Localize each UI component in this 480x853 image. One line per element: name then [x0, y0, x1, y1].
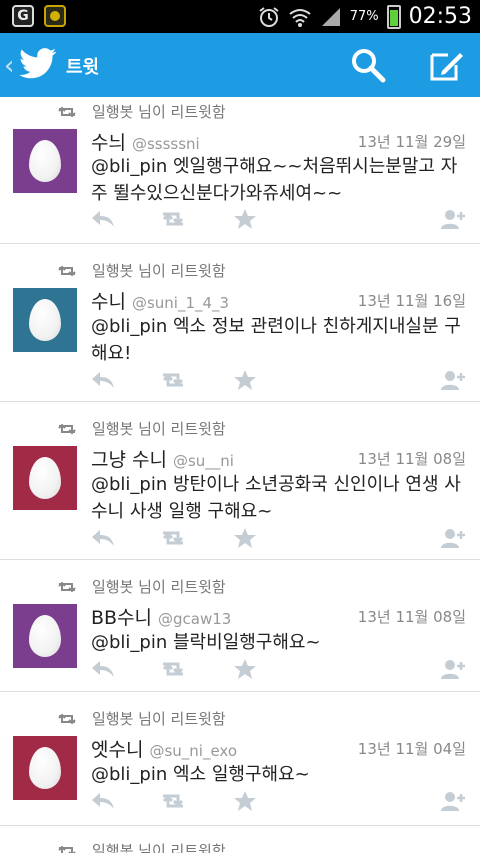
- tweet-date: 13년 11월 08일: [357, 608, 466, 626]
- tweet-handle: @su_ni_exo: [149, 742, 238, 760]
- tweet[interactable]: 일행봇 님이 리트윗함 수니 @suni_1_4_3 13년 11월 16일 @b…: [0, 244, 480, 402]
- retweeted-by: 일행봇 님이 리트윗함: [56, 260, 226, 281]
- retweeted-by: 일행봇 님이 리트윗함: [56, 840, 226, 853]
- avatar[interactable]: [13, 446, 77, 510]
- tweet-date: 13년 11월 08일: [357, 450, 466, 468]
- avatar[interactable]: [13, 129, 77, 193]
- tweet-handle: @sssssni: [131, 135, 200, 153]
- battery-icon: [386, 4, 401, 29]
- timeline[interactable]: 일행봇 님이 리트윗함 수늬 @sssssni 13년 11월 29일 @bli_…: [0, 97, 480, 853]
- tweet-author[interactable]: 엣수니 @su_ni_exo: [91, 735, 237, 762]
- tweet[interactable]: 일행봇 님이 리트윗함 그냥 수니 @su__ni 13년 11월 08일 @bl…: [0, 402, 480, 560]
- tweet[interactable]: 일행봇 님이 리트윗함 엣수니 @su_ni_exo 13년 11월 04일 @b…: [0, 692, 480, 826]
- avatar[interactable]: [13, 288, 77, 352]
- clock: 02:53: [408, 4, 472, 29]
- retweet-small-icon: [58, 845, 76, 853]
- retweet-small-icon: [58, 423, 76, 434]
- retweet-icon[interactable]: [160, 527, 186, 549]
- tweet-handle: @su__ni: [172, 452, 234, 470]
- reply-icon[interactable]: [90, 208, 116, 230]
- tweet[interactable]: 일행봇 님이 리트윗함 수늬 @sssssni 13년 11월 29일 @bli_…: [0, 97, 480, 244]
- page-title: 트윗: [66, 57, 100, 78]
- search-icon[interactable]: [350, 47, 386, 83]
- reply-icon[interactable]: [90, 369, 116, 391]
- tweet-author[interactable]: 수니 @suni_1_4_3: [91, 287, 229, 314]
- tweet-handle: @gcaw13: [158, 610, 232, 628]
- tweet-text: @bli_pin 블락비일행구해요~: [91, 632, 321, 653]
- tweet-author[interactable]: 수늬 @sssssni: [91, 128, 200, 155]
- retweeted-by: 일행봇 님이 리트윗함: [56, 418, 226, 439]
- retweet-icon[interactable]: [160, 208, 186, 230]
- retweet-icon[interactable]: [160, 790, 186, 812]
- retweet-small-icon: [58, 713, 76, 724]
- notification-app-icon: [44, 5, 66, 27]
- retweeted-by: 일행봇 님이 리트윗함: [56, 708, 226, 729]
- battery-percent: 77%: [349, 9, 379, 24]
- tweet-author[interactable]: BB수니 @gcaw13: [91, 603, 231, 630]
- follow-user-icon[interactable]: [440, 527, 466, 549]
- retweet-icon[interactable]: [160, 369, 186, 391]
- tweet-date: 13년 11월 29일: [357, 133, 466, 151]
- tweet[interactable]: 일행봇 님이 리트윗함 BB수니 @gcaw13 13년 11월 08일 @bli…: [0, 560, 480, 692]
- alarm-icon: [259, 6, 279, 27]
- tweet-handle: @suni_1_4_3: [131, 294, 230, 312]
- status-bar: G 77% 02:53: [0, 0, 480, 33]
- tweet-date: 13년 11월 04일: [357, 740, 466, 758]
- notification-app-icon: G: [12, 5, 34, 27]
- back-chevron-icon[interactable]: ‹: [4, 51, 14, 81]
- twitter-bird-icon[interactable]: [20, 47, 58, 81]
- tweet-text: @bli_pin 엣일행구해요~~처음뛰시는분말고 자주 뛸수있으신분다가와쥬세…: [91, 156, 458, 204]
- signal-icon: [321, 7, 340, 26]
- reply-icon[interactable]: [90, 658, 116, 680]
- follow-user-icon[interactable]: [440, 790, 466, 812]
- tweet-text: @bli_pin 방탄이나 소년공화국 신인이나 연생 사수니 사생 일행 구해…: [91, 474, 461, 522]
- tweet-text: @bli_pin 엑소 일행구해요~: [91, 764, 310, 785]
- tweet-author[interactable]: 그냥 수니 @su__ni: [91, 445, 234, 472]
- retweet-small-icon: [58, 106, 76, 117]
- reply-icon[interactable]: [90, 527, 116, 549]
- tweet-text: @bli_pin 엑소 정보 관련이나 친하게지내실분 구해요!: [91, 316, 461, 364]
- follow-user-icon[interactable]: [440, 208, 466, 230]
- retweet-small-icon: [58, 581, 76, 592]
- favorite-star-icon[interactable]: [232, 658, 258, 680]
- favorite-star-icon[interactable]: [232, 369, 258, 391]
- tweet[interactable]: 일행봇 님이 리트윗함: [0, 826, 480, 853]
- tweet-date: 13년 11월 16일: [357, 292, 466, 310]
- retweet-icon[interactable]: [160, 658, 186, 680]
- favorite-star-icon[interactable]: [232, 208, 258, 230]
- follow-user-icon[interactable]: [440, 658, 466, 680]
- retweet-small-icon: [58, 265, 76, 276]
- action-bar: ‹ 트윗: [0, 33, 480, 97]
- retweeted-by: 일행봇 님이 리트윗함: [56, 101, 226, 122]
- favorite-star-icon[interactable]: [232, 527, 258, 549]
- compose-icon[interactable]: [428, 47, 464, 83]
- wifi-icon: [289, 8, 311, 27]
- favorite-star-icon[interactable]: [232, 790, 258, 812]
- reply-icon[interactable]: [90, 790, 116, 812]
- follow-user-icon[interactable]: [440, 369, 466, 391]
- retweeted-by: 일행봇 님이 리트윗함: [56, 576, 226, 597]
